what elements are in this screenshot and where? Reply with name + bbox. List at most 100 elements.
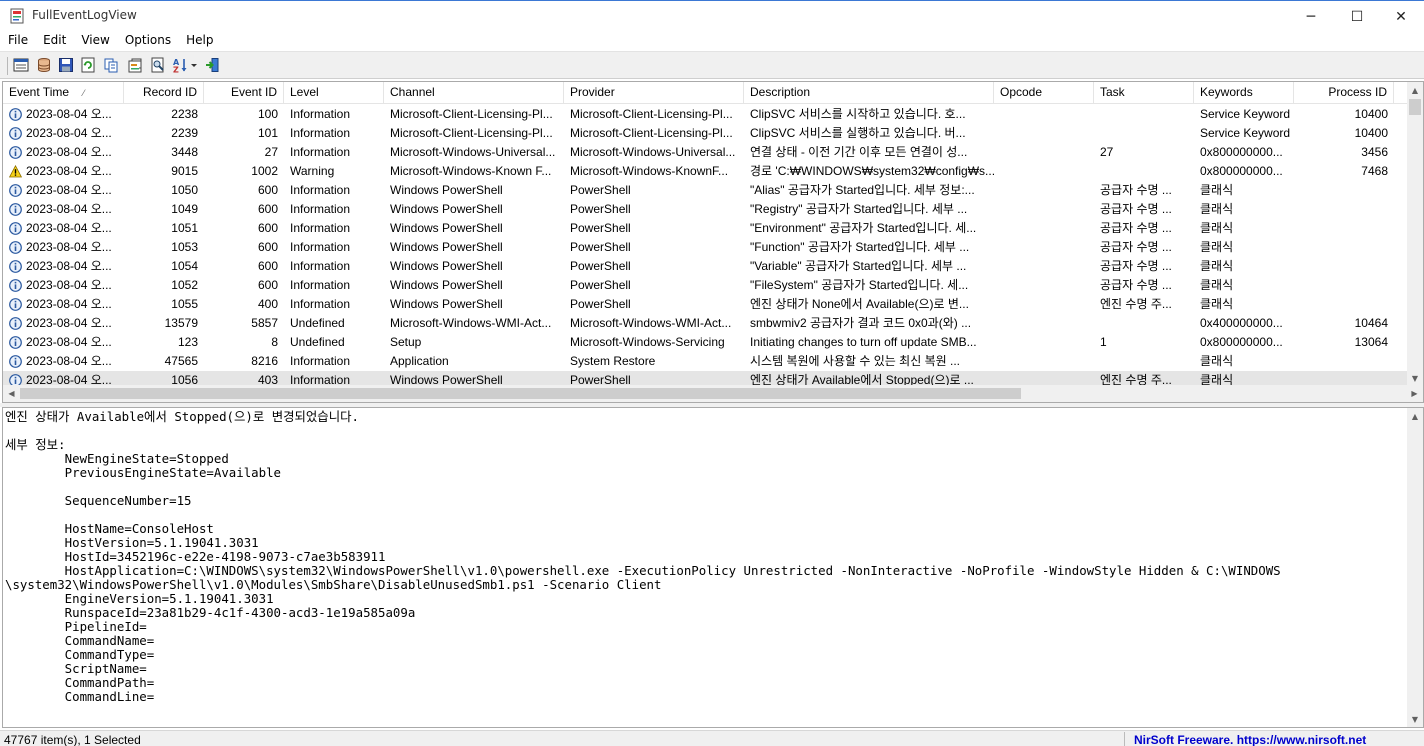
cell-opcode (994, 257, 1094, 276)
scroll-left-icon[interactable]: ◀ (3, 385, 20, 402)
table-row[interactable]: 2023-08-04 오... 13579 5857 Undefined Microso… (3, 314, 1409, 333)
list-horizontal-scrollbar[interactable]: ◀ ▶ (3, 385, 1423, 402)
table-row[interactable]: 2023-08-04 오... 1054 600 Information Windows… (3, 257, 1409, 276)
menu-options[interactable]: Options (117, 31, 178, 51)
event-detail-pane[interactable]: 엔진 상태가 Available에서 Stopped(으)로 변경되었습니다. … (2, 407, 1424, 728)
table-row[interactable]: 2023-08-04 오... 1051 600 Information Windows… (3, 219, 1409, 238)
cell-event-id: 1002 (251, 164, 278, 178)
cell-event-id: 600 (257, 240, 278, 254)
cell-channel: Microsoft-Client-Licensing-Pl... (390, 107, 553, 121)
save-icon[interactable] (57, 56, 75, 74)
cell-record-id: 13579 (164, 316, 198, 330)
menu-file[interactable]: File (0, 31, 35, 51)
cell-process-id: 3456 (1361, 145, 1388, 159)
cell-event-time: 2023-08-04 오... (26, 126, 112, 140)
properties-icon[interactable] (12, 56, 30, 74)
cell-event-time: 2023-08-04 오... (26, 335, 112, 349)
cell-process-id (1294, 181, 1394, 200)
cell-description: Initiating changes to turn off update SM… (750, 335, 977, 349)
table-row[interactable]: 2023-08-04 오... 1052 600 Information Windows… (3, 276, 1409, 295)
detail-vertical-scrollbar[interactable]: ▲ ▼ (1407, 408, 1423, 727)
cell-provider: Microsoft-Windows-WMI-Act... (570, 316, 732, 330)
cell-event-time: 2023-08-04 오... (26, 354, 112, 368)
cell-process-id (1294, 352, 1394, 371)
table-row[interactable]: 2023-08-04 오... 9015 1002 Warning Microsoft-… (3, 162, 1409, 181)
detail-scroll-up-icon[interactable]: ▲ (1407, 408, 1423, 424)
cell-keywords: 클래식 (1200, 354, 1234, 368)
column-header-process-id[interactable]: Process ID (1294, 82, 1394, 104)
column-header-channel[interactable]: Channel (384, 82, 564, 104)
table-row[interactable]: 2023-08-04 오... 1049 600 Information Windows… (3, 200, 1409, 219)
menu-help[interactable]: Help (178, 31, 220, 51)
cell-task: 공급자 수명 ... (1100, 202, 1172, 216)
html-report-icon[interactable] (126, 56, 144, 74)
column-header-description[interactable]: Description (744, 82, 994, 104)
table-row[interactable]: 2023-08-04 오... 47565 8216 Information Appli… (3, 352, 1409, 371)
event-list[interactable]: Event Time ⁄ Record ID Event ID Level Cha… (2, 81, 1424, 403)
scroll-right-icon[interactable]: ▶ (1406, 385, 1423, 402)
cell-channel: Windows PowerShell (390, 183, 503, 197)
cell-record-id: 2238 (171, 107, 198, 121)
horizontal-scroll-thumb[interactable] (20, 388, 1021, 399)
cell-description: "FileSystem" 공급자가 Started입니다. 세... (750, 278, 969, 292)
table-row[interactable]: 2023-08-04 오... 2239 101 Information Microso… (3, 124, 1409, 143)
table-row[interactable]: 2023-08-04 오... 2238 100 Information Microso… (3, 105, 1409, 124)
cell-level: Information (290, 221, 351, 235)
status-divider (1124, 732, 1125, 746)
cell-record-id: 1052 (171, 278, 198, 292)
column-header-event-time[interactable]: Event Time ⁄ (3, 82, 124, 104)
cell-event-id: 8 (271, 335, 278, 349)
cell-event-time: 2023-08-04 오... (26, 221, 112, 235)
column-header-record-id[interactable]: Record ID (124, 82, 204, 104)
table-row[interactable]: 2023-08-04 오... 1053 600 Information Windows… (3, 238, 1409, 257)
scroll-up-icon[interactable]: ▲ (1407, 82, 1423, 98)
detail-scroll-down-icon[interactable]: ▼ (1407, 711, 1423, 727)
cell-level: Information (290, 126, 351, 140)
cell-task (1094, 124, 1194, 143)
cell-description: 엔진 상태가 None에서 Available(으)로 변... (750, 297, 969, 311)
cell-provider: Microsoft-Client-Licensing-Pl... (570, 107, 733, 121)
cell-channel: Microsoft-Windows-Known F... (390, 164, 552, 178)
table-row[interactable]: 2023-08-04 오... 1055 400 Information Windows… (3, 295, 1409, 314)
cell-event-id: 400 (257, 297, 278, 311)
cell-level: Information (290, 297, 351, 311)
menu-view[interactable]: View (73, 31, 116, 51)
cell-description: 연결 상태 - 이전 기간 이후 모든 연결이 성... (750, 145, 968, 159)
column-header-level[interactable]: Level (284, 82, 384, 104)
menu-edit[interactable]: Edit (35, 31, 73, 51)
cell-process-id (1294, 238, 1394, 257)
column-header-keywords[interactable]: Keywords (1194, 82, 1294, 104)
cell-opcode (994, 352, 1094, 371)
column-header-opcode[interactable]: Opcode (994, 82, 1094, 104)
cell-description: "Variable" 공급자가 Started입니다. 세부 ... (750, 259, 967, 273)
data-source-icon[interactable] (35, 56, 53, 74)
cell-keywords: 클래식 (1200, 202, 1234, 216)
cell-record-id: 123 (177, 335, 198, 349)
cell-description: "Function" 공급자가 Started입니다. 세부 ... (750, 240, 970, 254)
table-row[interactable]: 2023-08-04 오... 1050 600 Information Windows… (3, 181, 1409, 200)
column-header-task[interactable]: Task (1094, 82, 1194, 104)
list-vertical-scrollbar[interactable]: ▲ ▼ (1407, 82, 1423, 386)
nirsoft-link[interactable]: NirSoft Freeware. https://www.nirsoft.ne… (1134, 733, 1366, 746)
sort-icon[interactable]: AZ (172, 56, 200, 74)
table-row[interactable]: 2023-08-04 오... 123 8 Undefined Setup Microso… (3, 333, 1409, 352)
cell-opcode (994, 181, 1094, 200)
cell-level: Information (290, 145, 351, 159)
cell-task: 공급자 수명 ... (1100, 278, 1172, 292)
scroll-down-icon[interactable]: ▼ (1407, 370, 1423, 386)
cell-opcode (994, 200, 1094, 219)
cell-event-time: 2023-08-04 오... (26, 278, 112, 292)
column-header-provider[interactable]: Provider (564, 82, 744, 104)
cell-level: Information (290, 107, 351, 121)
maximize-button[interactable]: ☐ (1334, 1, 1380, 32)
find-icon[interactable] (149, 56, 167, 74)
cell-process-id (1294, 219, 1394, 238)
scroll-thumb[interactable] (1409, 99, 1421, 115)
exit-icon[interactable] (204, 56, 222, 74)
copy-icon[interactable] (102, 56, 120, 74)
refresh-icon[interactable] (79, 56, 97, 74)
minimize-button[interactable]: ─ (1288, 1, 1334, 32)
column-header-event-id[interactable]: Event ID (204, 82, 284, 104)
table-row[interactable]: 2023-08-04 오... 3448 27 Information Microsof… (3, 143, 1409, 162)
close-button[interactable]: ✕ (1378, 1, 1424, 32)
